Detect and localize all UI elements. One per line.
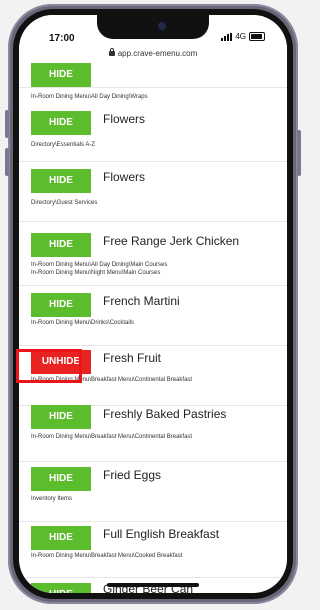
hide-button[interactable]: HIDE bbox=[31, 583, 91, 593]
lock-icon bbox=[108, 48, 115, 57]
home-indicator bbox=[107, 583, 199, 587]
status-indicators: 4G bbox=[221, 32, 265, 41]
power-button bbox=[297, 130, 301, 176]
item-title: Full English Breakfast bbox=[103, 527, 220, 541]
item-title: Free Range Jerk Chicken bbox=[103, 234, 240, 248]
item-list: HIDE In-Room Dining Menu\All Day Dining\… bbox=[19, 15, 287, 593]
item-title: French Martini bbox=[103, 294, 180, 308]
list-item: HIDE Fried Eggs Inventory Items bbox=[19, 461, 287, 522]
item-title: Fresh Fruit bbox=[103, 351, 162, 365]
phone-screen: HIDE In-Room Dining Menu\All Day Dining\… bbox=[19, 15, 287, 593]
url-text: app.crave-emenu.com bbox=[117, 49, 198, 58]
hide-button[interactable]: HIDE bbox=[31, 405, 91, 429]
item-title: Flowers bbox=[103, 170, 146, 184]
item-path: In-Room Dining Menu\Breakfast Menu\Cooke… bbox=[31, 553, 183, 559]
volume-button bbox=[5, 110, 9, 138]
item-path: Inventory Items bbox=[31, 496, 73, 502]
hide-button[interactable]: HIDE bbox=[31, 111, 91, 135]
item-path: Directory\Essentials A-Z bbox=[31, 142, 96, 148]
item-path: In-Room Dining Menu\Breakfast Menu\Conti… bbox=[31, 377, 193, 383]
hide-button[interactable]: HIDE bbox=[31, 169, 91, 193]
notch bbox=[97, 15, 209, 39]
network-label: 4G bbox=[235, 32, 246, 41]
item-path: In-Room Dining Menu\All Day Dining\Wraps bbox=[31, 94, 148, 100]
item-path: In-Room Dining Menu\Night Menu\Main Cour… bbox=[31, 270, 161, 276]
list-item: HIDE Flowers Directory\Essentials A-Z bbox=[19, 101, 287, 162]
hide-button[interactable]: HIDE bbox=[31, 526, 91, 550]
item-path: In-Room Dining Menu\Breakfast Menu\Conti… bbox=[31, 434, 193, 440]
hide-button[interactable]: HIDE bbox=[31, 233, 91, 257]
list-item: UNHIDE Fresh Fruit In-Room Dining Menu\B… bbox=[19, 345, 287, 406]
url-bar[interactable]: app.crave-emenu.com bbox=[19, 48, 287, 58]
hide-button[interactable]: HIDE bbox=[31, 63, 91, 87]
unhide-button[interactable]: UNHIDE bbox=[31, 350, 91, 374]
status-bar: 17:00 4G app.crave-emenu.com bbox=[19, 15, 287, 61]
hide-button[interactable]: HIDE bbox=[31, 293, 91, 317]
battery-icon bbox=[249, 32, 265, 41]
list-item: HIDE Flowers Directory\Guest Services bbox=[19, 161, 287, 222]
status-time: 17:00 bbox=[49, 33, 75, 44]
list-item: HIDE French Martini In-Room Dining Menu\… bbox=[19, 285, 287, 346]
item-path: Directory\Guest Services bbox=[31, 200, 98, 206]
list-item: HIDE Freshly Baked Pastries In-Room Dini… bbox=[19, 405, 287, 462]
item-title: Flowers bbox=[103, 112, 146, 126]
signal-icon bbox=[221, 32, 233, 41]
item-path: In-Room Dining Menu\All Day Dining\Main … bbox=[31, 262, 168, 268]
item-path: In-Room Dining Menu\Drinks\Cocktails bbox=[31, 320, 135, 326]
camera-icon bbox=[158, 22, 166, 30]
item-title: Freshly Baked Pastries bbox=[103, 407, 227, 421]
volume-button bbox=[5, 148, 9, 176]
list-item: HIDE Full English Breakfast In-Room Dini… bbox=[19, 521, 287, 578]
list-item: HIDE Free Range Jerk Chicken In-Room Din… bbox=[19, 221, 287, 286]
item-title: Fried Eggs bbox=[103, 468, 162, 482]
hide-button[interactable]: HIDE bbox=[31, 467, 91, 491]
